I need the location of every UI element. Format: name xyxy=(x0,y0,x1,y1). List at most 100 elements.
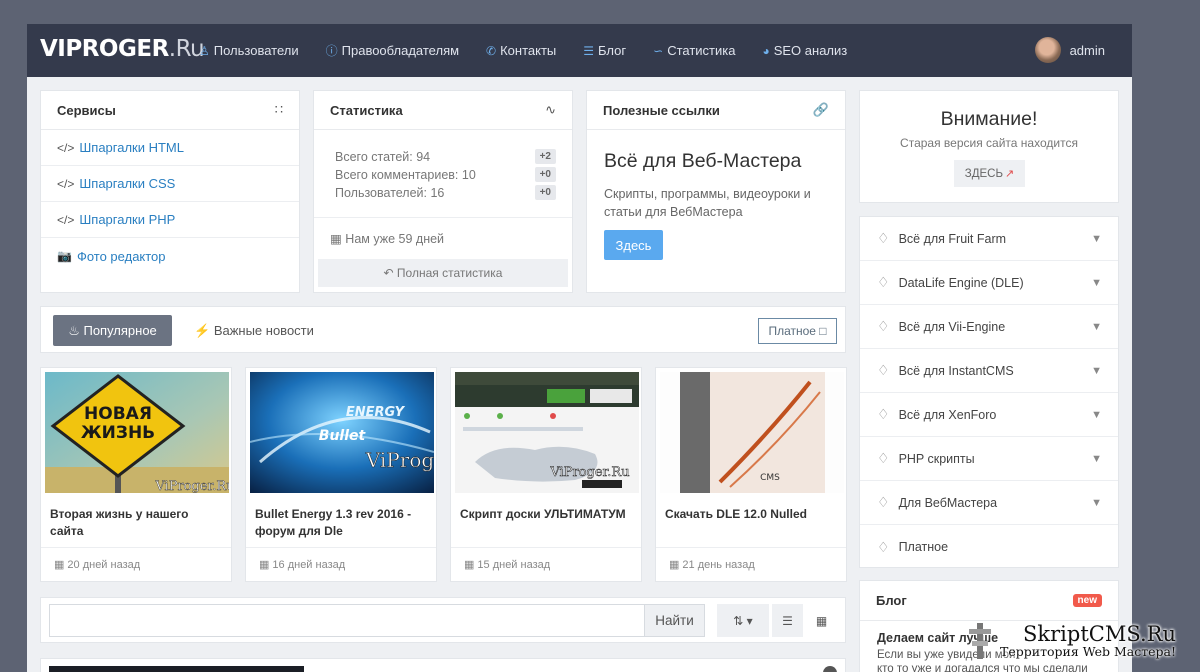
full-statistics-button[interactable]: ↶ Полная статистика xyxy=(318,259,568,287)
help-icon[interactable] xyxy=(823,666,837,672)
nav-copyright[interactable]: ⓘ Правообладателям xyxy=(326,42,459,59)
nav-statistics[interactable]: ∽ Статистика xyxy=(653,43,735,58)
search-button[interactable]: Найти xyxy=(644,604,705,637)
article-thumbnail[interactable]: ViProger.Ru xyxy=(455,372,639,493)
calendar-icon: ▦ xyxy=(669,559,680,571)
chevron-down-icon[interactable]: ▼ xyxy=(1091,409,1102,421)
article-thumbnail[interactable]: CMS xyxy=(660,372,844,493)
category-webmaster[interactable]: ♢ Для ВебМастера ▼ xyxy=(860,481,1118,525)
top-navbar: VIPROGER.Ru ♙ Пользователи ⓘ Правообладате… xyxy=(27,24,1132,77)
tag-icon: ♢ xyxy=(877,318,890,334)
categories-panel: ♢ Всё для Fruit Farm ▼ ♢ DataLife Engine (D… xyxy=(859,216,1119,568)
chevron-down-icon[interactable]: ▼ xyxy=(1091,277,1102,289)
site-age: ▦ Нам уже 59 дней xyxy=(330,232,445,246)
category-paid[interactable]: ♢ Платное xyxy=(860,525,1118,569)
next-article-strip xyxy=(40,658,846,672)
chevron-down-icon[interactable]: ▼ xyxy=(1091,365,1102,377)
article-card[interactable]: CMS Скачать DLE 12.0 Nulled ▦ 21 день наз… xyxy=(655,367,847,582)
article-thumbnail[interactable]: НОВАЯ ЖИЗНЬ ViProger.Ru xyxy=(45,372,229,493)
service-photo-editor[interactable]: 📷 Фото редактор xyxy=(41,238,299,274)
statistics-header: Статистика ∿ xyxy=(314,91,572,130)
category-fruit-farm[interactable]: ♢ Всё для Fruit Farm ▼ xyxy=(860,217,1118,261)
old-site-button[interactable]: ЗДЕСЬ ↗ xyxy=(954,160,1025,187)
tag-icon: ♢ xyxy=(877,450,890,466)
code-icon: </> xyxy=(57,140,75,155)
category-vii-engine[interactable]: ♢ Всё для Vii-Engine ▼ xyxy=(860,305,1118,349)
nav-blog[interactable]: ☰ Блог xyxy=(583,43,626,58)
search-input[interactable] xyxy=(49,604,645,637)
attention-title: Внимание! xyxy=(940,108,1038,130)
watermark-tagline: Территория Web Мастера! xyxy=(1000,644,1176,659)
category-dle[interactable]: ♢ DataLife Engine (DLE) ▼ xyxy=(860,261,1118,305)
tag-icon: ♢ xyxy=(877,274,890,290)
nav-contacts[interactable]: ✆ Контакты xyxy=(486,43,556,58)
grid-icon: ▦ xyxy=(815,613,828,628)
stat-comments: Всего комментариев: 10 +0 xyxy=(335,166,556,184)
category-php-scripts[interactable]: ♢ PHP скрипты ▼ xyxy=(860,437,1118,481)
avatar xyxy=(1034,37,1061,63)
attention-panel: Внимание! Старая версия сайта находится … xyxy=(859,90,1119,203)
link-icon: 🔗 xyxy=(812,102,829,117)
services-panel: Сервисы ∷ </> Шпаргалки HTML </> Шпаргалки… xyxy=(40,90,300,293)
article-date: ▦ 15 дней назад xyxy=(451,547,641,581)
calendar-icon: ▦ xyxy=(54,559,65,571)
tab-important-news[interactable]: ⚡ Важные новости xyxy=(194,323,314,339)
nav-users[interactable]: ♙ Пользователи xyxy=(199,43,299,58)
count-badge: +0 xyxy=(534,167,556,182)
user-menu[interactable]: admin xyxy=(1034,37,1105,63)
sort-button[interactable]: ⇅ ▾ xyxy=(717,604,769,637)
service-html[interactable]: </> Шпаргалки HTML xyxy=(41,130,299,166)
nav-seo[interactable]: ◕ SEO анализ xyxy=(762,43,847,58)
service-php[interactable]: </> Шпаргалки PHP xyxy=(41,202,299,238)
tab-paid[interactable]: Платное □ xyxy=(758,318,837,344)
category-instantcms[interactable]: ♢ Всё для InstantCMS ▼ xyxy=(860,349,1118,393)
username: admin xyxy=(1069,42,1105,58)
content-tabs: ♨ Популярное ⚡ Важные новости Платное □ xyxy=(40,306,846,353)
article-date: ▦ 16 дней назад xyxy=(246,547,436,581)
calendar-icon: ▦ xyxy=(464,559,475,571)
links-description: Скрипты, программы, видеоуроки и статьи д… xyxy=(604,187,811,219)
tag-icon: ♢ xyxy=(877,230,890,246)
chevron-down-icon[interactable]: ▼ xyxy=(1091,233,1102,245)
grid-view-button[interactable]: ▦ xyxy=(806,604,837,637)
watermark-title: SkriptCMS.Ru xyxy=(1023,622,1176,646)
chevron-down-icon[interactable]: ▼ xyxy=(1091,497,1102,509)
tag-icon: ♢ xyxy=(877,406,890,422)
rss-icon[interactable]: ∷ xyxy=(275,102,283,118)
article-card[interactable]: НОВАЯ ЖИЗНЬ ViProger.Ru Вторая жизнь у н… xyxy=(40,367,232,582)
article-thumbnail[interactable] xyxy=(49,666,304,672)
links-here-button[interactable]: Здесь xyxy=(604,230,663,260)
camera-icon: 📷 xyxy=(57,249,72,263)
thumb-text: ENERGY xyxy=(346,405,406,420)
article-title[interactable]: Скачать DLE 12.0 Nulled xyxy=(665,506,840,523)
category-xenforo[interactable]: ♢ Всё для XenForo ▼ xyxy=(860,393,1118,437)
article-card[interactable]: ViProger.Ru Скрипт доски УЛЬТИМАТУМ ▦ 15 … xyxy=(450,367,642,582)
tab-popular[interactable]: ♨ Популярное xyxy=(53,315,172,346)
stat-articles: Всего статей: 94 +2 xyxy=(335,148,556,166)
caret-down-icon: ▾ xyxy=(743,613,753,628)
article-title[interactable]: Скрипт доски УЛЬТИМАТУМ xyxy=(460,506,635,523)
tag-icon: ♢ xyxy=(877,494,890,510)
thumb-watermark: ViProger.Ru xyxy=(549,465,629,480)
reply-icon: ↶ xyxy=(383,266,397,280)
new-badge: new xyxy=(1072,594,1102,607)
tag-icon: ♢ xyxy=(877,362,890,378)
main-nav: ♙ Пользователи ⓘ Правообладателям ✆ Контакт… xyxy=(199,24,874,77)
info-icon: ⓘ xyxy=(325,44,338,58)
page: VIPROGER.Ru ♙ Пользователи ⓘ Правообладате… xyxy=(27,24,1132,672)
chevron-down-icon[interactable]: ▼ xyxy=(1091,453,1102,465)
chevron-down-icon[interactable]: ▼ xyxy=(1091,321,1102,333)
statistics-panel: Статистика ∿ Всего статей: 94 +2 Всего ко… xyxy=(313,90,573,293)
article-title[interactable]: Вторая жизнь у нашего сайта xyxy=(50,506,225,540)
service-css[interactable]: </> Шпаргалки CSS xyxy=(41,166,299,202)
article-thumbnail[interactable]: ENERGY Bullet ViProg xyxy=(250,372,434,493)
site-logo[interactable]: VIPROGER.Ru xyxy=(40,36,205,62)
article-title[interactable]: Bullet Energy 1.3 rev 2016 - форум для D… xyxy=(255,506,430,540)
list-view-button[interactable]: ☰ xyxy=(772,604,803,637)
article-card[interactable]: ENERGY Bullet ViProg Bullet Energy 1.3 r… xyxy=(245,367,437,582)
thumb-watermark: ViProg xyxy=(365,448,434,472)
code-icon: </> xyxy=(57,176,75,191)
code-icon: </> xyxy=(57,212,75,227)
count-badge: +2 xyxy=(534,149,556,164)
pie-chart-icon: ◕ xyxy=(762,43,770,58)
